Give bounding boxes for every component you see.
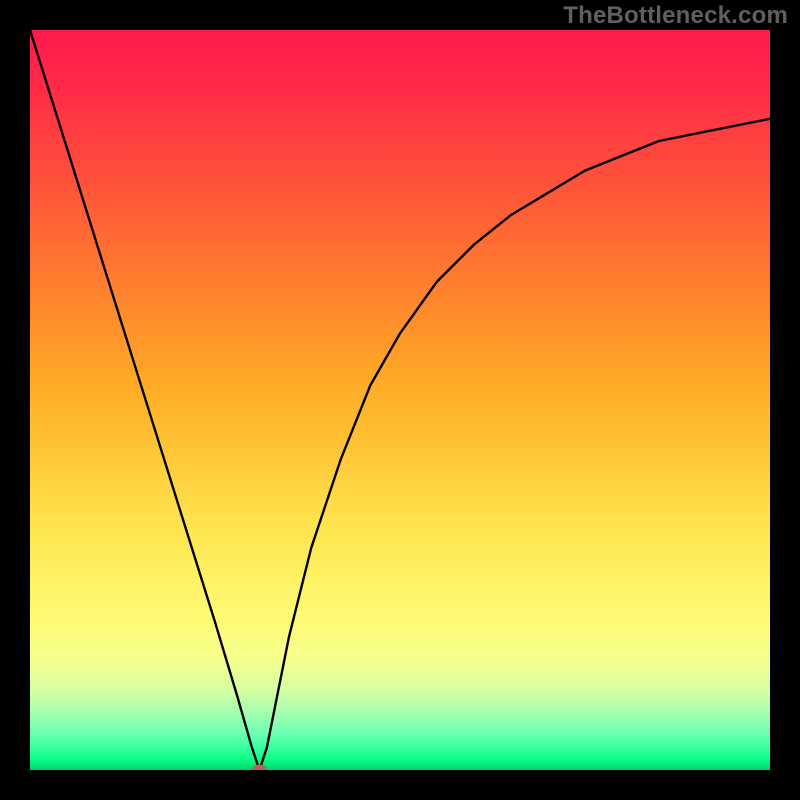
- watermark-text: TheBottleneck.com: [563, 2, 788, 30]
- curve-layer: [30, 30, 770, 770]
- chart-container: TheBottleneck.com: [0, 0, 800, 800]
- minimum-marker: [252, 765, 266, 771]
- bottleneck-curve: [30, 30, 770, 770]
- chart-svg: [30, 30, 770, 770]
- plot-area: [30, 30, 770, 770]
